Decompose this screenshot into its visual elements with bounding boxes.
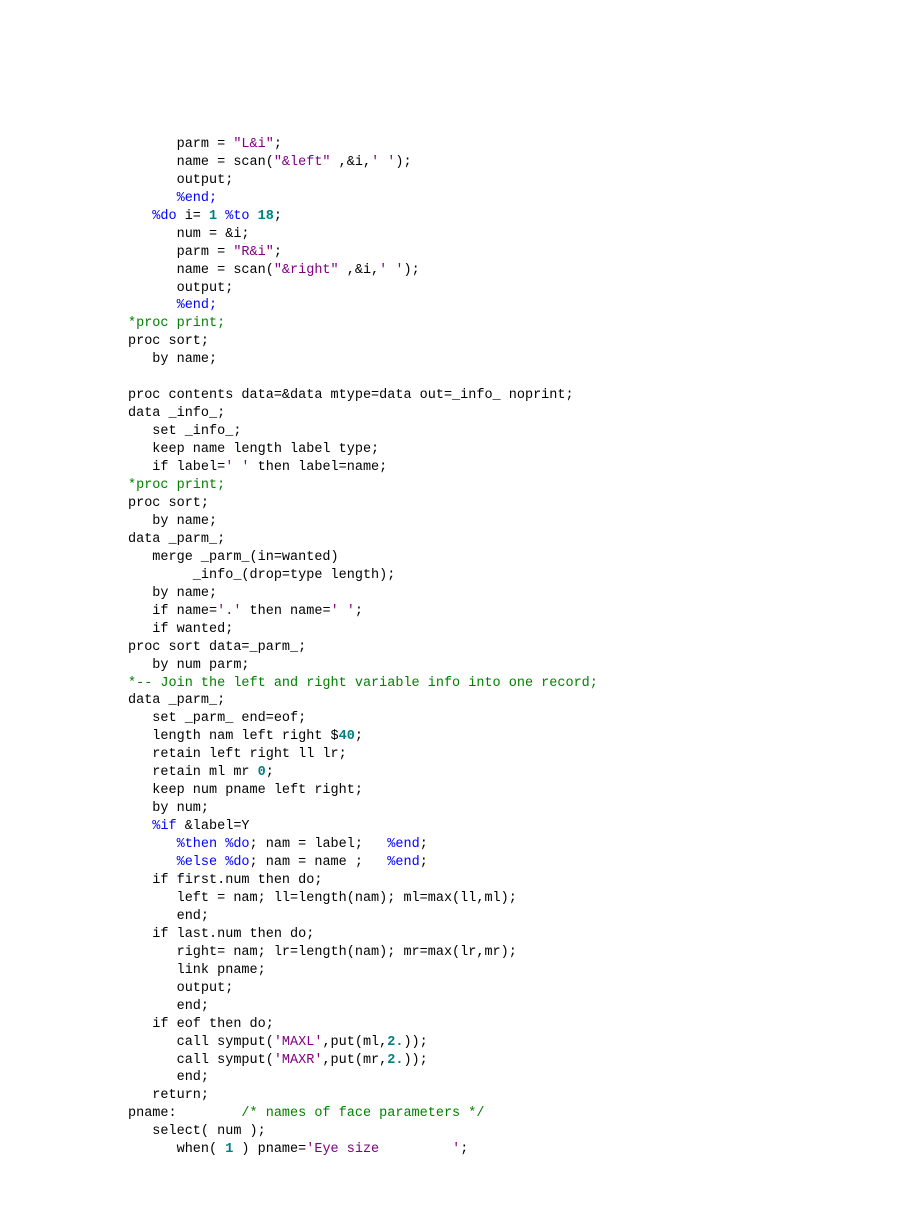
- code-line: if eof then do;: [128, 1017, 274, 1032]
- code-line: set _info_;: [128, 424, 241, 439]
- code-line: by name;: [128, 352, 217, 367]
- code-line: if last.num then do;: [128, 927, 314, 942]
- code-line: %do i= 1 %to 18;: [128, 209, 282, 224]
- code-line: if name='.' then name=' ';: [128, 604, 363, 619]
- code-line: end;: [128, 999, 209, 1014]
- code-line: proc contents data=&data mtype=data out=…: [128, 388, 574, 403]
- code-line: name = scan("&right" ,&i,' ');: [128, 263, 420, 278]
- code-line: when( 1 ) pname='Eye size ';: [128, 1142, 468, 1157]
- code-line: merge _parm_(in=wanted): [128, 550, 339, 565]
- code-block: parm = "L&i"; name = scan("&left" ,&i,' …: [128, 136, 920, 1159]
- code-line: set _parm_ end=eof;: [128, 711, 306, 726]
- code-line: proc sort;: [128, 334, 209, 349]
- code-line: %end;: [128, 298, 217, 313]
- code-line: output;: [128, 981, 233, 996]
- code-line: data _info_;: [128, 406, 225, 421]
- code-line: num = &i;: [128, 227, 250, 242]
- code-line: if wanted;: [128, 622, 233, 637]
- code-line: pname: /* names of face parameters */: [128, 1106, 484, 1121]
- code-line: data _parm_;: [128, 693, 225, 708]
- code-line: by num;: [128, 801, 209, 816]
- code-line: by num parm;: [128, 658, 250, 673]
- code-line: end;: [128, 1070, 209, 1085]
- code-line: call symput('MAXL',put(ml,2.));: [128, 1035, 428, 1050]
- code-line: select( num );: [128, 1124, 266, 1139]
- code-line: call symput('MAXR',put(mr,2.));: [128, 1053, 428, 1068]
- code-line: %else %do; nam = name ; %end;: [128, 855, 428, 870]
- code-line: if label=' ' then label=name;: [128, 460, 387, 475]
- code-line: retain left right ll lr;: [128, 747, 347, 762]
- code-line: by name;: [128, 514, 217, 529]
- code-line: if first.num then do;: [128, 873, 322, 888]
- code-line: data _parm_;: [128, 532, 225, 547]
- code-line: name = scan("&left" ,&i,' ');: [128, 155, 412, 170]
- code-line: by name;: [128, 586, 217, 601]
- code-line: keep name length label type;: [128, 442, 379, 457]
- code-line: output;: [128, 281, 233, 296]
- code-line: %end;: [128, 191, 217, 206]
- code-line: %if &label=Y: [128, 819, 250, 834]
- code-line: return;: [128, 1088, 209, 1103]
- code-line: retain ml mr 0;: [128, 765, 274, 780]
- code-line: keep num pname left right;: [128, 783, 363, 798]
- code-line: parm = "R&i";: [128, 245, 282, 260]
- code-line: link pname;: [128, 963, 266, 978]
- code-line: output;: [128, 173, 233, 188]
- code-line: _info_(drop=type length);: [128, 568, 395, 583]
- code-line: length nam left right $40;: [128, 729, 363, 744]
- code-line: right= nam; lr=length(nam); mr=max(lr,mr…: [128, 945, 517, 960]
- code-line: *-- Join the left and right variable inf…: [128, 676, 598, 691]
- code-line: end;: [128, 909, 209, 924]
- code-line: *proc print;: [128, 478, 225, 493]
- code-line: left = nam; ll=length(nam); ml=max(ll,ml…: [128, 891, 517, 906]
- code-line: proc sort data=_parm_;: [128, 640, 306, 655]
- code-line: %then %do; nam = label; %end;: [128, 837, 428, 852]
- code-line: parm = "L&i";: [128, 137, 282, 152]
- code-line: *proc print;: [128, 316, 225, 331]
- code-line: proc sort;: [128, 496, 209, 511]
